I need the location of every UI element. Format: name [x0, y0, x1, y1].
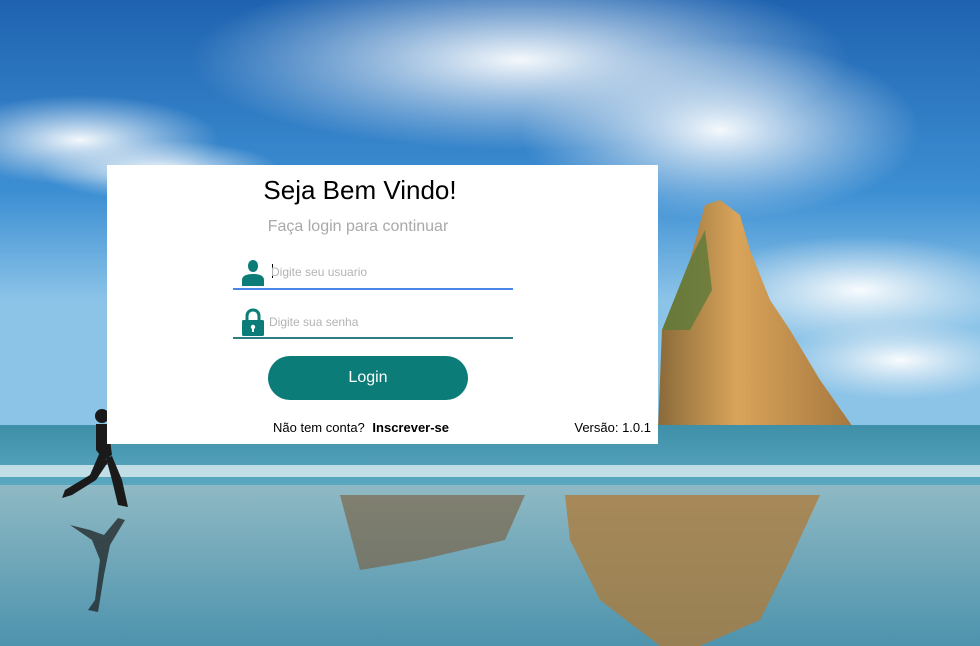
signup-link[interactable]: Inscrever-se	[372, 420, 449, 435]
welcome-title: Seja Bem Vindo!	[263, 175, 457, 205]
signup-row: Não tem conta? Inscrever-se	[273, 420, 449, 435]
username-input[interactable]	[271, 262, 501, 282]
user-icon	[241, 258, 265, 286]
lock-icon	[241, 308, 265, 336]
login-card: Seja Bem Vindo! Faça login para continua…	[107, 165, 658, 444]
password-field[interactable]	[233, 306, 513, 339]
no-account-text: Não tem conta?	[273, 420, 365, 435]
login-button[interactable]: Login	[268, 356, 468, 400]
username-field[interactable]	[233, 256, 513, 290]
password-input[interactable]	[269, 312, 499, 332]
version-label: Versão: 1.0.1	[574, 420, 651, 435]
welcome-subtitle: Faça login para continuar	[267, 218, 449, 235]
